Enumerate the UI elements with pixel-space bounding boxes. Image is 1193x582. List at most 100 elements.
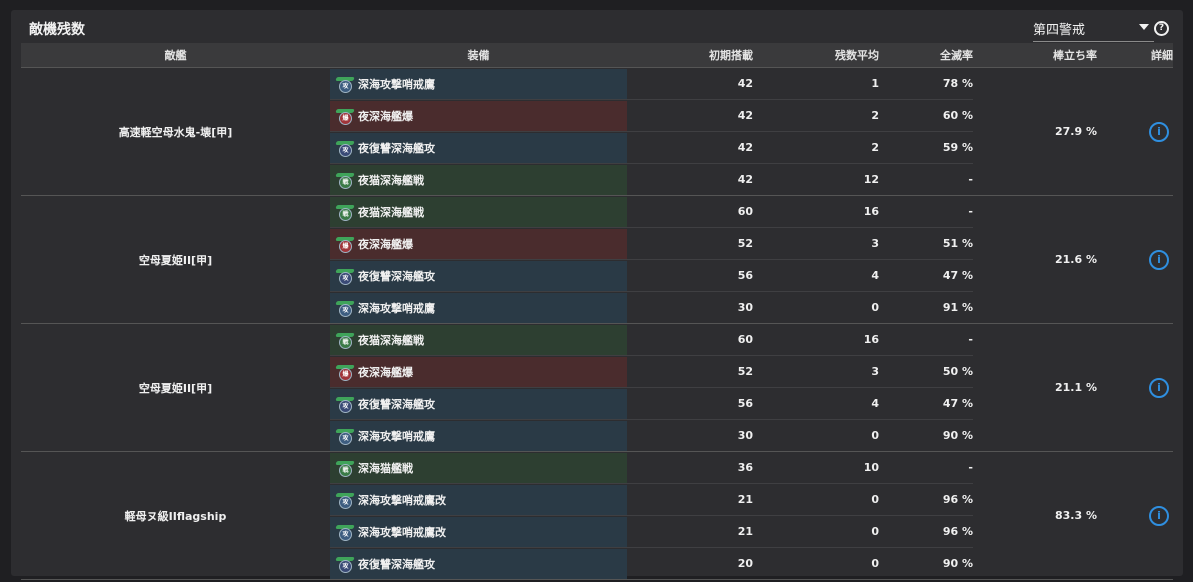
table-header-row: 敵艦 装備 初期搭載 残数平均 全滅率 棒立ち率 詳細 (21, 43, 1173, 68)
equip-item[interactable]: 戦 夜猫深海艦戦 (330, 196, 627, 227)
equip-type-badge: 爆 (339, 111, 352, 125)
avg-remaining: 16 (753, 323, 879, 356)
equip-item[interactable]: 攻 深海攻撃哨戒鷹改 (330, 516, 627, 547)
aircraft-icon: 戦 (335, 332, 355, 349)
equip-item[interactable]: 戦 深海猫艦戦 (330, 452, 627, 483)
avg-remaining: 4 (753, 259, 879, 292)
info-icon[interactable]: i (1149, 505, 1169, 526)
stand-rate: 83.3 % (973, 451, 1097, 580)
enemy-name: 空母夏姫II[甲] (21, 323, 330, 452)
wipe-rate: 96 % (879, 483, 973, 516)
enemy-name: 軽母ヌ級IIflagship (21, 451, 330, 580)
help-icon[interactable]: ? (1154, 21, 1169, 36)
avg-remaining: 16 (753, 195, 879, 228)
initial-count: 52 (627, 355, 753, 388)
equip-item[interactable]: 爆 夜深海艦爆 (330, 100, 627, 131)
avg-remaining: 0 (753, 483, 879, 516)
equip-cell: 攻 深海攻撃哨戒鷹 (330, 419, 627, 452)
initial-count: 36 (627, 451, 753, 484)
equip-item[interactable]: 戦 夜猫深海艦戦 (330, 324, 627, 355)
equip-type-badge: 戦 (339, 463, 352, 477)
formation-select[interactable]: 第四警戒 (1033, 16, 1154, 42)
equip-type-badge: 戦 (339, 175, 352, 189)
equip-type-badge: 攻 (339, 399, 352, 413)
equip-name: 夜深海艦爆 (358, 237, 413, 251)
detail-cell: i (1097, 67, 1173, 196)
equip-cell: 攻 夜復讐深海艦攻 (330, 547, 627, 580)
enemy-name: 空母夏姫II[甲] (21, 195, 330, 324)
header-avg: 残数平均 (753, 43, 879, 68)
avg-remaining: 0 (753, 547, 879, 580)
info-icon[interactable]: i (1149, 377, 1169, 398)
aircraft-icon: 攻 (335, 556, 355, 573)
equip-cell: 爆 夜深海艦爆 (330, 227, 627, 260)
equip-type-badge: 攻 (339, 79, 352, 93)
wipe-rate: 90 % (879, 419, 973, 452)
equip-cell: 攻 夜復讐深海艦攻 (330, 259, 627, 292)
initial-count: 21 (627, 483, 753, 516)
table-row: 空母夏姫II[甲] 戦 夜猫深海艦戦 60 16-21.1 % i (21, 323, 1173, 452)
equip-cell: 攻 夜復讐深海艦攻 (330, 131, 627, 164)
wipe-rate: 51 % (879, 227, 973, 260)
equip-item[interactable]: 爆 夜深海艦爆 (330, 228, 627, 259)
header-initial: 初期搭載 (627, 43, 753, 68)
equip-name: 深海攻撃哨戒鷹改 (358, 525, 446, 539)
equip-cell: 戦 夜猫深海艦戦 (330, 323, 627, 356)
table-row: 高速軽空母水鬼-壊[甲] 攻 深海攻撃哨戒鷹 42 1 78 % 27.9 % i (21, 67, 1173, 196)
equip-type-badge: 攻 (339, 271, 352, 285)
equip-item[interactable]: 攻 深海攻撃哨戒鷹 (330, 68, 627, 99)
equip-item[interactable]: 攻 夜復讐深海艦攻 (330, 260, 627, 291)
equip-item[interactable]: 攻 深海攻撃哨戒鷹改 (330, 484, 627, 515)
equip-item[interactable]: 攻 夜復讐深海艦攻 (330, 548, 627, 579)
table-row: 軽母ヌ級IIflagship 戦 深海猫艦戦 36 10-83.3 % i (21, 451, 1173, 580)
equip-type-badge: 戦 (339, 207, 352, 221)
avg-remaining: 10 (753, 451, 879, 484)
aircraft-icon: 攻 (335, 300, 355, 317)
equip-cell: 爆 夜深海艦爆 (330, 355, 627, 388)
wipe-rate: 91 % (879, 291, 973, 324)
equip-cell: 攻 深海攻撃哨戒鷹 (330, 291, 627, 324)
header-equip: 装備 (330, 43, 627, 68)
equip-item[interactable]: 爆 夜深海艦爆 (330, 356, 627, 387)
equip-cell: 爆 夜深海艦爆 (330, 99, 627, 132)
initial-count: 42 (627, 163, 753, 196)
avg-remaining: 2 (753, 131, 879, 164)
equip-type-badge: 攻 (339, 431, 352, 445)
stand-rate: 21.6 % (973, 195, 1097, 324)
chevron-down-icon[interactable] (1139, 24, 1149, 30)
equip-name: 夜復讐深海艦攻 (358, 269, 435, 283)
avg-remaining: 0 (753, 419, 879, 452)
wipe-rate: - (879, 451, 973, 484)
equip-cell: 戦 夜猫深海艦戦 (330, 163, 627, 196)
avg-remaining: 0 (753, 291, 879, 324)
info-icon[interactable]: i (1149, 121, 1169, 142)
avg-remaining: 1 (753, 67, 879, 100)
initial-count: 56 (627, 259, 753, 292)
enemy-planes-panel: 敵機残数 第四警戒 ? 敵艦 装備 初期搭載 残数平均 全滅率 棒立ち率 詳細 … (11, 10, 1183, 580)
equip-type-badge: 攻 (339, 143, 352, 157)
initial-count: 20 (627, 547, 753, 580)
initial-count: 52 (627, 227, 753, 260)
aircraft-icon: 攻 (335, 524, 355, 541)
header-wipe: 全滅率 (879, 43, 973, 68)
avg-remaining: 12 (753, 163, 879, 196)
aircraft-icon: 爆 (335, 364, 355, 381)
wipe-rate: 59 % (879, 131, 973, 164)
equip-type-badge: 爆 (339, 367, 352, 381)
equip-item[interactable]: 攻 深海攻撃哨戒鷹 (330, 420, 627, 451)
enemy-planes-table: 敵艦 装備 初期搭載 残数平均 全滅率 棒立ち率 詳細 高速軽空母水鬼-壊[甲]… (21, 43, 1173, 580)
equip-name: 深海猫艦戦 (358, 461, 413, 475)
equip-type-badge: 攻 (339, 559, 352, 573)
table-row: 空母夏姫II[甲] 戦 夜猫深海艦戦 60 16-21.6 % i (21, 195, 1173, 324)
equip-name: 夜復讐深海艦攻 (358, 141, 435, 155)
avg-remaining: 2 (753, 99, 879, 132)
equip-item[interactable]: 戦 夜猫深海艦戦 (330, 164, 627, 195)
info-icon[interactable]: i (1149, 249, 1169, 270)
equip-item[interactable]: 攻 夜復讐深海艦攻 (330, 388, 627, 419)
equip-name: 深海攻撃哨戒鷹 (358, 301, 435, 315)
equip-item[interactable]: 攻 夜復讐深海艦攻 (330, 132, 627, 163)
initial-count: 42 (627, 99, 753, 132)
equip-item[interactable]: 攻 深海攻撃哨戒鷹 (330, 292, 627, 323)
aircraft-icon: 戦 (335, 204, 355, 221)
equip-type-badge: 攻 (339, 495, 352, 509)
